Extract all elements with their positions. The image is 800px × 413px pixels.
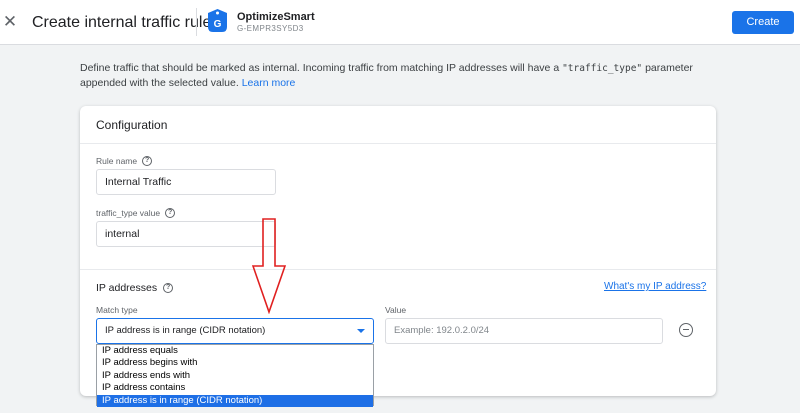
traffic-type-input[interactable]: internal [96,221,276,247]
rule-name-input[interactable]: Internal Traffic [96,169,276,195]
option-contains[interactable]: IP address contains [97,382,373,394]
header-divider [196,8,197,36]
remove-circle-icon[interactable] [679,323,693,337]
match-type-select[interactable]: IP address is in range (CIDR notation) [96,318,374,344]
page-title: Create internal traffic rule [32,14,212,31]
tag-icon-letter: G [214,19,222,30]
top-bar: ✕ Create internal traffic rule G Optimiz… [0,0,800,45]
option-in-range[interactable]: IP address is in range (CIDR notation) [97,394,373,407]
description-text: Define traffic that should be marked as … [80,62,563,74]
help-icon[interactable]: ? [163,283,174,293]
value-label: Value [385,305,407,315]
create-button[interactable]: Create [732,11,794,34]
help-icon[interactable]: ? [142,156,153,166]
close-icon[interactable]: ✕ [2,13,18,31]
caret-down-icon [357,329,365,333]
match-type-label: Match type [96,305,138,315]
help-icon[interactable]: ? [165,208,176,218]
card-divider [80,143,716,144]
rule-name-label-text: Rule name [96,156,138,166]
tag-icon: G [208,9,227,32]
rule-name-label: Rule name ? [96,156,153,166]
traffic-type-label: traffic_type value ? [96,208,176,218]
option-begins-with[interactable]: IP address begins with [97,357,373,369]
traffic-type-label-text: traffic_type value [96,208,161,218]
description: Define traffic that should be marked as … [80,61,720,91]
traffic-type-code: "traffic_type" [562,63,643,74]
match-type-selected-value: IP address is in range (CIDR notation) [105,325,266,336]
learn-more-link[interactable]: Learn more [242,77,296,89]
option-ends-with[interactable]: IP address ends with [97,370,373,382]
ip-value-input[interactable]: Example: 192.0.2.0/24 [385,318,663,344]
property-id: G-EMPR3SY5D3 [237,24,304,33]
ip-addresses-heading: IP addresses ? [96,282,174,294]
ip-addresses-heading-text: IP addresses [96,282,158,294]
property-name: OptimizeSmart [237,11,315,23]
section-divider [80,269,716,270]
match-type-dropdown: IP address equals IP address begins with… [96,344,374,407]
card-title: Configuration [96,118,168,132]
option-equals[interactable]: IP address equals [97,345,373,357]
annotation-arrow-icon [252,218,286,314]
whats-my-ip-link[interactable]: What's my IP address? [604,281,706,292]
